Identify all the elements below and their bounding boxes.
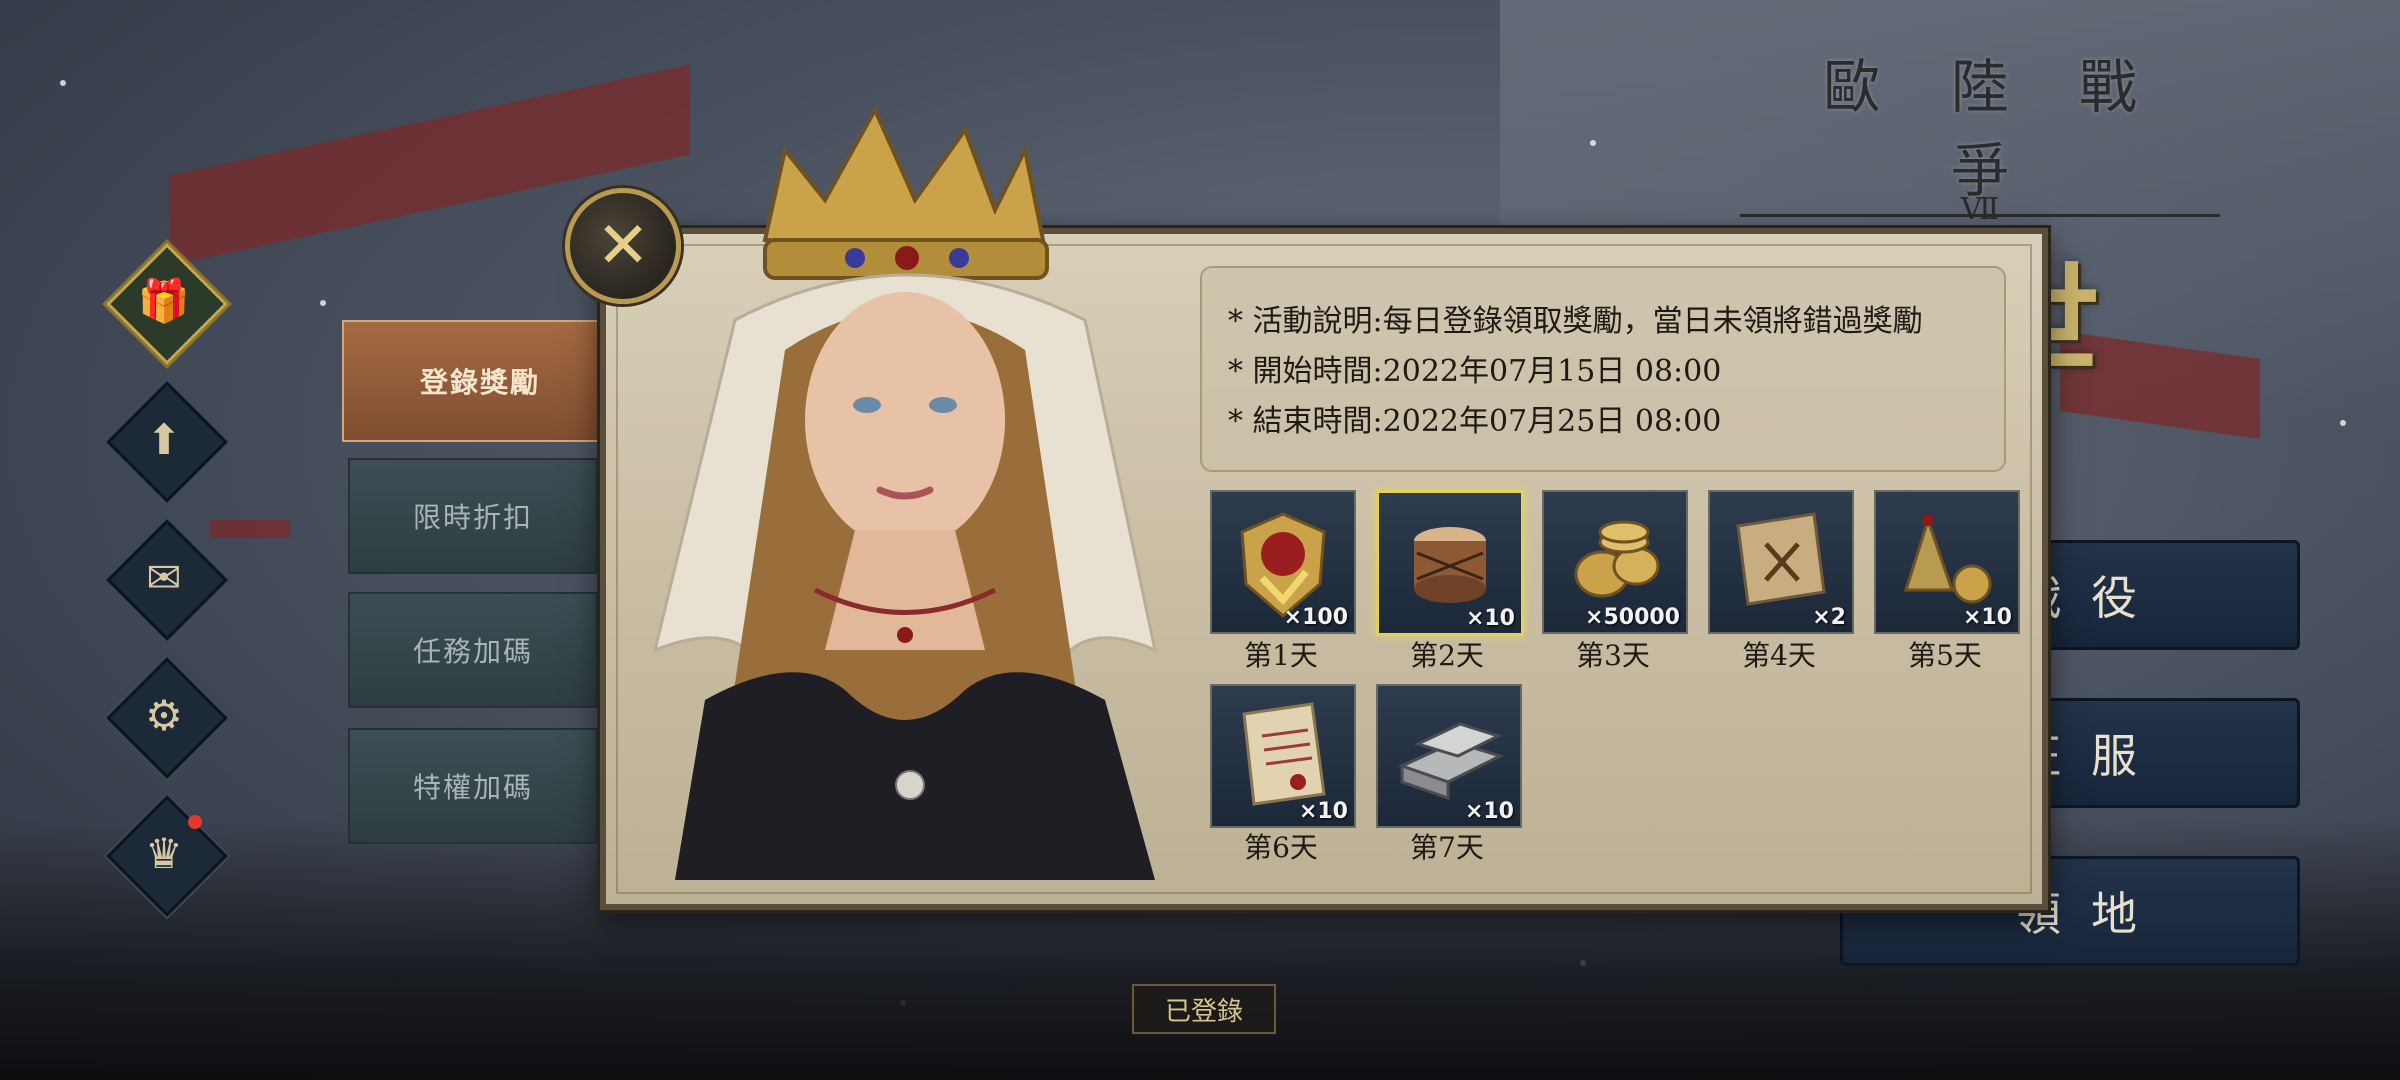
tab-label: 任務加碼 xyxy=(412,635,533,668)
reward-count: ×10 xyxy=(1464,799,1514,824)
reward-day-7[interactable]: ×10 xyxy=(1376,684,1522,828)
reward-count: ×50000 xyxy=(1585,605,1680,630)
signed-in-label: 已登錄 xyxy=(1164,996,1243,1027)
crown-icon: ♛ xyxy=(145,828,183,878)
reward-day-label: 第2天 xyxy=(1410,639,1484,672)
snowflake xyxy=(60,80,66,86)
tab-label: 登錄獎勵 xyxy=(419,366,540,399)
reward-day-3[interactable]: ×50000 xyxy=(1542,490,1688,634)
crown-button[interactable]: ♛ xyxy=(106,795,228,917)
reward-count: ×10 xyxy=(1962,605,2012,630)
tab-privilege-bonus[interactable]: 特權加碼 xyxy=(348,728,598,844)
snowflake xyxy=(320,300,326,306)
logo-numeral: Ⅶ xyxy=(1960,192,2000,227)
reward-count: ×10 xyxy=(1298,799,1348,824)
queen-portrait xyxy=(652,105,1158,880)
cloud-upload-button[interactable]: ⬆ xyxy=(106,381,228,503)
gift-bag-icon: 🎁 xyxy=(137,276,191,325)
event-info-box: * 活動說明:每日登錄領取獎勵，當日未領將錯過獎勵 * 開始時間:2022年07… xyxy=(1200,266,2006,472)
reward-count: ×100 xyxy=(1283,605,1348,630)
reward-day-5[interactable]: ×10 xyxy=(1874,490,2020,634)
tab-limited-discount[interactable]: 限時折扣 xyxy=(348,458,598,574)
reward-day-label: 第4天 xyxy=(1742,639,1816,672)
snowflake xyxy=(2340,420,2346,426)
brooch xyxy=(895,770,925,800)
mail-button[interactable]: ✉ xyxy=(106,519,228,641)
red-banner xyxy=(210,520,290,538)
tab-label: 限時折扣 xyxy=(412,501,533,534)
reward-day-2[interactable]: ×10 xyxy=(1376,490,1524,636)
reward-day-6[interactable]: ×10 xyxy=(1210,684,1356,828)
reward-day-label: 第5天 xyxy=(1908,639,1982,672)
tab-login-reward[interactable]: 登錄獎勵 xyxy=(342,320,618,442)
signed-in-status: 已登錄 xyxy=(1132,984,1276,1034)
close-button[interactable]: ✕ xyxy=(565,188,681,304)
tab-task-bonus[interactable]: 任務加碼 xyxy=(348,592,598,708)
event-end-time: * 結束時間:2022年07月25日 08:00 xyxy=(1228,404,1722,439)
event-start-time: * 開始時間:2022年07月15日 08:00 xyxy=(1228,354,1722,389)
tab-label: 特權加碼 xyxy=(412,771,533,804)
close-icon: ✕ xyxy=(596,209,650,283)
reward-day-label: 第7天 xyxy=(1410,831,1484,864)
cloud-upload-icon: ⬆ xyxy=(146,414,182,464)
gift-bag-button[interactable]: 🎁 xyxy=(106,243,228,365)
logo-divider: Ⅶ xyxy=(1740,192,2220,227)
logo-line1: 歐陸戰爭 xyxy=(1822,53,2207,205)
event-description: * 活動說明:每日登錄領取獎勵，當日未領將錯過獎勵 xyxy=(1228,304,1923,339)
reward-count: ×10 xyxy=(1465,606,1515,631)
crown-illustration xyxy=(762,105,1049,280)
reward-day-1[interactable]: ×100 xyxy=(1210,490,1356,634)
reward-day-label: 第1天 xyxy=(1244,639,1318,672)
gear-icon: ⚙ xyxy=(145,690,183,740)
snowflake xyxy=(1590,140,1596,146)
mail-icon: ✉ xyxy=(146,552,182,602)
face xyxy=(805,292,1005,548)
reward-day-label: 第3天 xyxy=(1576,639,1650,672)
reward-day-label: 第6天 xyxy=(1244,831,1318,864)
reward-day-4[interactable]: ×2 xyxy=(1708,490,1854,634)
settings-button[interactable]: ⚙ xyxy=(106,657,228,779)
reward-count: ×2 xyxy=(1812,605,1846,630)
notification-dot xyxy=(188,815,202,829)
